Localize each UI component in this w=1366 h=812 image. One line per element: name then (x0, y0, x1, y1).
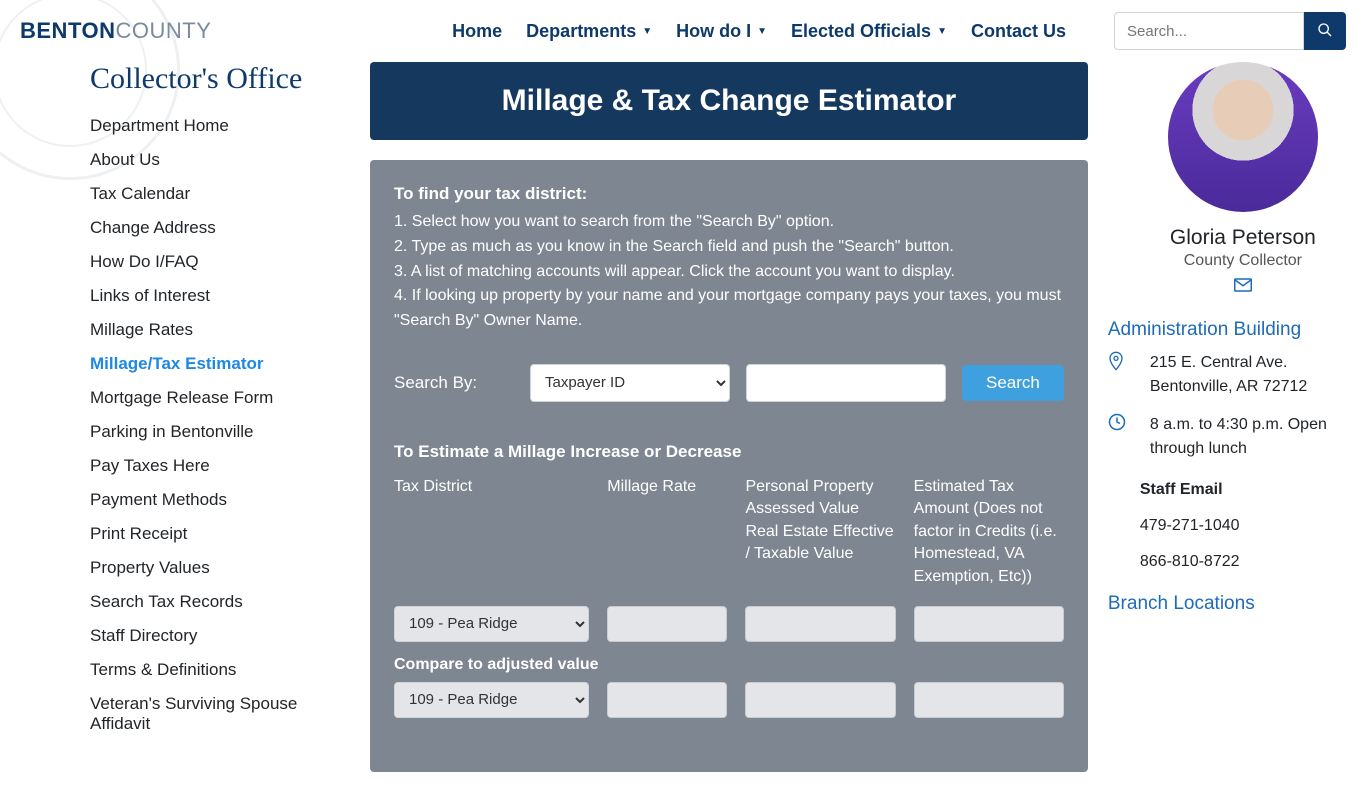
sidebar-item[interactable]: Mortgage Release Form (90, 388, 273, 407)
intro-step: 4. If looking up property by your name a… (394, 284, 1064, 334)
site-search (1114, 12, 1346, 50)
compare-millage-rate-input[interactable] (607, 682, 727, 718)
estimated-amount-output (914, 606, 1064, 642)
assessed-value-input[interactable] (745, 606, 895, 642)
branch-locations-heading: Branch Locations (1108, 593, 1366, 615)
admin-building-heading: Administration Building (1108, 319, 1366, 341)
site-logo[interactable]: BENTONCOUNTY (20, 18, 211, 44)
nav-home[interactable]: Home (452, 21, 502, 42)
official-avatar (1168, 62, 1318, 212)
chevron-down-icon: ▼ (937, 26, 947, 37)
phone-tollfree: 866-810-8722 (1140, 553, 1366, 571)
sidebar-item[interactable]: Print Receipt (90, 524, 187, 543)
intro-heading: To find your tax district: (394, 184, 1064, 204)
col-millage-rate: Millage Rate (607, 476, 727, 588)
search-by-label: Search By: (394, 373, 514, 393)
main-content: Millage & Tax Change Estimator To find y… (370, 62, 1088, 772)
search-by-select[interactable]: Taxpayer ID (530, 364, 730, 402)
staff-email-link[interactable]: Staff Email (1140, 481, 1366, 499)
sidebar-item[interactable]: About Us (90, 150, 160, 169)
phone-primary: 479-271-1040 (1140, 517, 1366, 535)
chevron-down-icon: ▼ (757, 26, 767, 37)
official-title: County Collector (1108, 252, 1366, 270)
search-by-row: Search By: Taxpayer ID Search (394, 364, 1064, 402)
sidebar-item[interactable]: Parking in Bentonville (90, 422, 253, 441)
col-assessed-value: Personal Property Assessed Value Real Es… (745, 476, 895, 588)
search-icon (1317, 22, 1333, 38)
intro-step: 1. Select how you want to search from th… (394, 210, 1064, 235)
right-column: Gloria Peterson County Collector Adminis… (1108, 62, 1366, 772)
intro-step: 3. A list of matching accounts will appe… (394, 260, 1064, 285)
col-estimated-amount: Estimated Tax Amount (Does not factor in… (914, 476, 1064, 588)
nav-how-do-i[interactable]: How do I ▼ (676, 21, 767, 42)
compare-assessed-value-input[interactable] (745, 682, 895, 718)
estimator-heading: To Estimate a Millage Increase or Decrea… (394, 442, 1064, 462)
sidebar-item[interactable]: Millage Rates (90, 320, 193, 339)
search-by-input[interactable] (746, 364, 946, 402)
address-block: 215 E. Central Ave.Bentonville, AR 72712 (1108, 351, 1366, 399)
compare-district-select[interactable]: 109 - Pea Ridge (394, 682, 589, 718)
envelope-icon (1234, 278, 1252, 292)
sidebar: Collector's Office Department Home About … (90, 62, 350, 772)
estimator-panel: To find your tax district: 1. Select how… (370, 160, 1088, 772)
nav-elected-officials[interactable]: Elected Officials ▼ (791, 21, 947, 42)
search-go-button[interactable]: Search (962, 365, 1064, 401)
millage-rate-input[interactable] (607, 606, 727, 642)
sidebar-item[interactable]: Millage/Tax Estimator (90, 354, 264, 373)
sidebar-item[interactable]: How Do I/FAQ (90, 252, 199, 271)
main-nav: Home Departments ▼ How do I ▼ Elected Of… (452, 12, 1346, 50)
nav-departments[interactable]: Departments ▼ (526, 21, 652, 42)
sidebar-item[interactable]: Property Values (90, 558, 210, 577)
estimator-columns: Tax District Millage Rate Personal Prope… (394, 476, 1064, 588)
official-name: Gloria Peterson (1108, 226, 1366, 250)
intro-step: 2. Type as much as you know in the Searc… (394, 235, 1064, 260)
sidebar-item[interactable]: Payment Methods (90, 490, 227, 509)
clock-icon (1108, 413, 1128, 461)
sidebar-title: Collector's Office (90, 62, 350, 97)
sidebar-item[interactable]: Change Address (90, 218, 216, 237)
compare-estimated-amount-output (914, 682, 1064, 718)
chevron-down-icon: ▼ (642, 26, 652, 37)
estimator-row-compare: 109 - Pea Ridge (394, 682, 1064, 718)
search-button[interactable] (1304, 12, 1346, 50)
estimator-row-current: 109 - Pea Ridge (394, 606, 1064, 642)
sidebar-item[interactable]: Links of Interest (90, 286, 210, 305)
sidebar-item[interactable]: Terms & Definitions (90, 660, 236, 679)
sidebar-item[interactable]: Veteran's Surviving Spouse Affidavit (90, 694, 297, 733)
page-title: Millage & Tax Change Estimator (370, 62, 1088, 140)
sidebar-item[interactable]: Tax Calendar (90, 184, 190, 203)
sidebar-item[interactable]: Search Tax Records (90, 592, 243, 611)
search-input[interactable] (1114, 12, 1304, 50)
sidebar-item[interactable]: Department Home (90, 116, 229, 135)
map-pin-icon (1108, 351, 1128, 399)
official-email-link[interactable] (1234, 279, 1252, 296)
compare-label: Compare to adjusted value (394, 656, 1064, 674)
nav-contact[interactable]: Contact Us (971, 21, 1066, 42)
sidebar-item[interactable]: Pay Taxes Here (90, 456, 210, 475)
tax-district-select[interactable]: 109 - Pea Ridge (394, 606, 589, 642)
hours-block: 8 a.m. to 4:30 p.m. Open through lunch (1108, 413, 1366, 461)
site-header: BENTONCOUNTY Home Departments ▼ How do I… (0, 0, 1366, 62)
col-tax-district: Tax District (394, 476, 589, 588)
sidebar-item[interactable]: Staff Directory (90, 626, 197, 645)
